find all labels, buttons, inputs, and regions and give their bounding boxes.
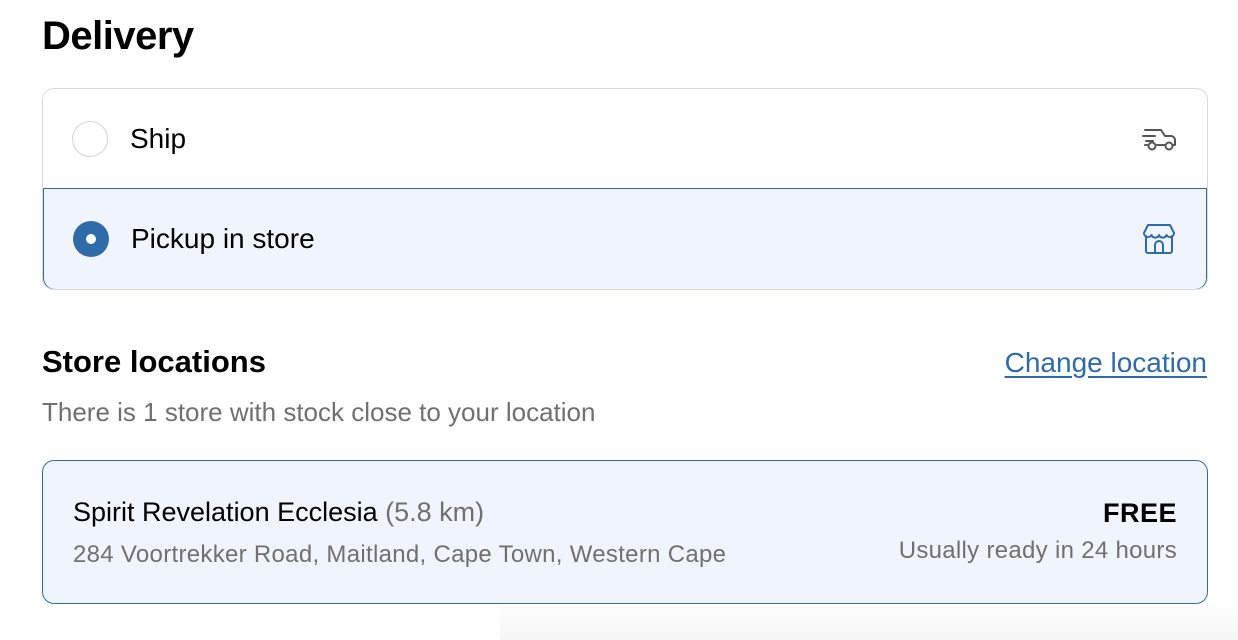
store-locations-heading: Store locations	[42, 344, 266, 379]
delivery-truck-icon	[1142, 129, 1176, 151]
storefront-icon	[1142, 224, 1176, 254]
delivery-option-ship[interactable]: Ship	[43, 89, 1207, 189]
checkout-delivery-section: Delivery Ship Pickup in store Store loca…	[0, 0, 1238, 640]
store-distance: (5.8 km)	[385, 497, 485, 527]
store-name: Spirit Revelation Ecclesia	[73, 497, 378, 527]
delivery-method-group: Ship Pickup in store	[42, 88, 1208, 290]
ship-radio[interactable]	[72, 121, 108, 157]
pickup-price: FREE	[1102, 498, 1177, 528]
store-address: 284 Voortrekker Road, Maitland, Cape Tow…	[73, 541, 727, 568]
pickup-radio[interactable]	[73, 221, 109, 257]
store-name-line: Spirit Revelation Ecclesia (5.8 km)	[73, 495, 484, 529]
store-card[interactable]: Spirit Revelation Ecclesia (5.8 km) 284 …	[42, 460, 1208, 604]
ship-label: Ship	[130, 123, 187, 154]
store-count-text: There is 1 store with stock close to you…	[42, 397, 596, 427]
pickup-label: Pickup in store	[131, 223, 315, 254]
delivery-option-pickup[interactable]: Pickup in store	[43, 188, 1207, 289]
bottom-shadow	[500, 600, 1238, 640]
change-location-link[interactable]: Change location	[1005, 346, 1207, 380]
pickup-ready-time: Usually ready in 24 hours	[898, 537, 1177, 564]
delivery-heading: Delivery	[42, 14, 194, 58]
